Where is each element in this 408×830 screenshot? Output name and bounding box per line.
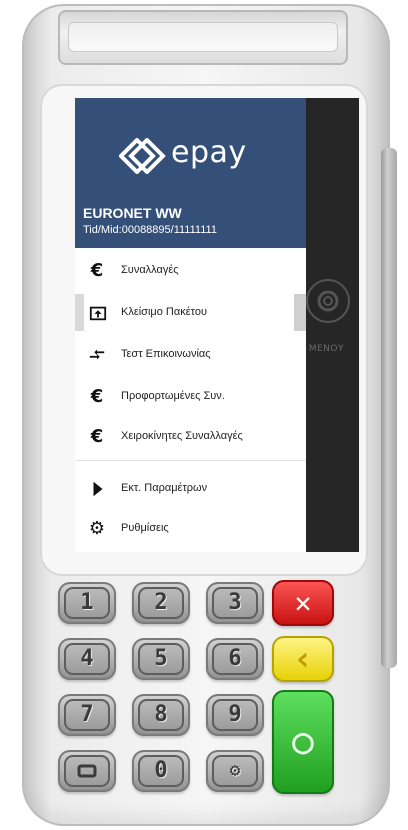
gear-icon: ⚙	[88, 518, 106, 539]
menu-item-label: Τεστ Επικοινωνίας	[121, 348, 211, 360]
brand-name: epay	[171, 135, 247, 170]
key-0[interactable]: 0	[132, 750, 190, 792]
menu-item-label: Προφορτωμένες Συν.	[121, 390, 225, 402]
menu-icon	[77, 764, 97, 778]
ok-key[interactable]: ○	[272, 690, 334, 794]
cancel-key[interactable]: ✕	[272, 580, 334, 626]
navigation-drawer: epay EURONET WW Tid/Mid:00088895/1111111…	[75, 98, 306, 552]
menu-item-label: Εκτ. Παραμέτρων	[121, 482, 208, 494]
menu-item-parameters[interactable]: Εκτ. Παραμέτρων	[75, 470, 306, 508]
menu-item-label: Ρυθμίσεις	[121, 522, 169, 534]
arrows-exchange-icon	[89, 349, 105, 360]
gear-icon: ⚙	[229, 760, 241, 781]
terminal-ids: Tid/Mid:00088895/11111111	[83, 224, 217, 236]
keypad: 1 2 3 ✕ 4 5 6 ‹ 7 8 9 ○ 0 ⚙	[58, 580, 358, 804]
menu-item-label: Κλείσιμο Πακέτου	[121, 306, 207, 318]
chevron-left-icon: ‹	[292, 639, 314, 679]
key-9[interactable]: 9	[206, 694, 264, 736]
menu-item-transactions[interactable]: € Συναλλαγές	[75, 252, 306, 290]
screen: ΣΕ ΜΕΝΟΥ epay EURONET WW Tid/Mid:0008889…	[75, 98, 359, 552]
key-label: 2	[154, 590, 168, 615]
menu-item-settings[interactable]: ⚙ Ρυθμίσεις	[75, 510, 306, 548]
company-name: EURONET WW	[83, 205, 182, 221]
key-label: 9	[228, 702, 242, 727]
key-7[interactable]: 7	[58, 694, 116, 736]
drawer-header: epay EURONET WW Tid/Mid:00088895/1111111…	[75, 98, 306, 248]
key-label: 4	[80, 646, 94, 671]
printer-slot	[58, 10, 348, 65]
menu-item-preloaded[interactable]: € Προφορτωμένες Συν.	[75, 378, 306, 416]
key-menu[interactable]	[58, 750, 116, 792]
upload-box-icon	[89, 306, 107, 321]
euro-icon: €	[90, 386, 104, 407]
menu-item-manual[interactable]: € Χειροκίνητες Συναλλαγές	[75, 418, 306, 456]
menu-item-label: Συναλλαγές	[121, 264, 179, 276]
key-label: 5	[154, 646, 168, 671]
key-label: 1	[80, 590, 94, 615]
key-5[interactable]: 5	[132, 638, 190, 680]
menu-item-close-batch[interactable]: Κλείσιμο Πακέτου	[75, 294, 306, 332]
key-label: 0	[154, 758, 168, 783]
key-function[interactable]: ⚙	[206, 750, 264, 792]
diamond-logo-icon	[118, 137, 166, 175]
circle-icon: ○	[292, 721, 314, 762]
euro-icon: €	[90, 426, 104, 447]
key-label: 7	[80, 702, 94, 727]
key-6[interactable]: 6	[206, 638, 264, 680]
key-4[interactable]: 4	[58, 638, 116, 680]
play-right-icon	[93, 481, 103, 497]
close-icon: ✕	[294, 586, 312, 619]
key-label: 3	[228, 590, 242, 615]
key-3[interactable]: 3	[206, 582, 264, 624]
key-label: 8	[154, 702, 168, 727]
menu-item-comm-test[interactable]: Τεστ Επικοινωνίας	[75, 336, 306, 374]
side-grip	[381, 148, 397, 668]
gear-icon	[306, 279, 350, 323]
euro-icon: €	[90, 260, 104, 281]
back-key[interactable]: ‹	[272, 636, 334, 682]
menu-item-label: Χειροκίνητες Συναλλαγές	[121, 430, 243, 442]
key-8[interactable]: 8	[132, 694, 190, 736]
divider	[75, 460, 306, 461]
key-label: 6	[228, 646, 242, 671]
paper-slot-cover	[68, 22, 338, 52]
epay-logo: epay	[118, 135, 279, 178]
key-2[interactable]: 2	[132, 582, 190, 624]
key-1[interactable]: 1	[58, 582, 116, 624]
